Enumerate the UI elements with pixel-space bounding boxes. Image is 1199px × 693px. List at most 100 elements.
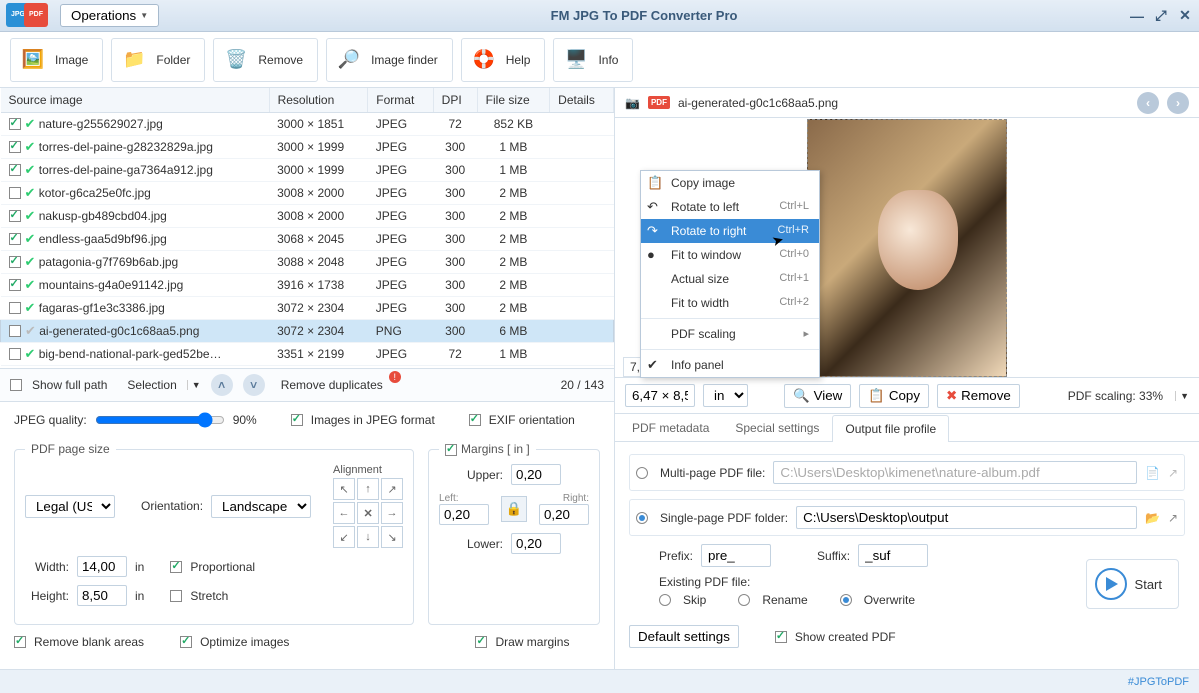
row-check[interactable] — [9, 187, 21, 199]
next-image-button[interactable]: › — [1167, 92, 1189, 114]
single-page-radio[interactable] — [636, 512, 648, 524]
full-path-check[interactable] — [10, 379, 22, 391]
table-row[interactable]: ✔ kotor-g6ca25e0fc.jpg3008 × 2000JPEG300… — [1, 181, 614, 204]
page-dim-input[interactable] — [625, 384, 695, 407]
hashtag-link[interactable]: #JPGToPDF — [1128, 676, 1189, 688]
pdf-scaling-label[interactable]: PDF scaling: 33% — [1068, 389, 1163, 403]
minimize-button[interactable]: — — [1129, 8, 1145, 24]
col-source-image[interactable]: Source image — [1, 88, 270, 112]
height-input[interactable] — [77, 585, 127, 606]
width-input[interactable] — [77, 556, 127, 577]
margin-left-input[interactable] — [439, 504, 489, 525]
row-check[interactable] — [9, 141, 21, 153]
default-settings-button[interactable]: Default settings — [629, 625, 739, 648]
row-check[interactable] — [9, 256, 21, 268]
overwrite-radio[interactable] — [840, 594, 852, 606]
align-bc[interactable]: ↓ — [357, 526, 379, 548]
margin-right-input[interactable] — [539, 504, 589, 525]
pdf-file-icon[interactable]: 📄 — [1145, 466, 1160, 480]
ctx-fit-to-window[interactable]: ●Fit to windowCtrl+0 — [641, 243, 819, 267]
remove-blank-check[interactable] — [14, 636, 26, 648]
row-check[interactable] — [9, 279, 21, 291]
row-check[interactable] — [9, 348, 21, 360]
table-row[interactable]: ✔ big-bend-national-park-ged52be…3351 × … — [1, 365, 614, 368]
toolbar-image-button[interactable]: 🖼️Image — [10, 38, 103, 82]
margin-lower-input[interactable] — [511, 533, 561, 554]
unit-select[interactable]: in — [703, 384, 748, 407]
proportional-check[interactable] — [170, 561, 182, 573]
toolbar-folder-button[interactable]: 📁Folder — [111, 38, 205, 82]
multi-page-radio[interactable] — [636, 467, 648, 479]
page-size-select[interactable]: Legal (US) — [25, 495, 115, 518]
tab-output-file-profile[interactable]: Output file profile — [832, 415, 949, 442]
draw-margins-check[interactable] — [475, 636, 487, 648]
skip-radio[interactable] — [659, 594, 671, 606]
operations-button[interactable]: Operations▼ — [60, 4, 159, 27]
align-tl[interactable]: ↖ — [333, 478, 355, 500]
selection-menu-button[interactable]: ▼ — [187, 380, 201, 390]
align-mc[interactable]: ✕ — [357, 502, 379, 524]
table-row[interactable]: ✔ patagonia-g7f769b6ab.jpg3088 × 2048JPE… — [1, 250, 614, 273]
tab-special-settings[interactable]: Special settings — [722, 414, 832, 441]
align-mr[interactable]: → — [381, 502, 403, 524]
row-check[interactable] — [9, 325, 21, 337]
align-tr[interactable]: ↗ — [381, 478, 403, 500]
margins-check[interactable] — [445, 444, 457, 456]
row-check[interactable] — [9, 233, 21, 245]
move-down-button[interactable]: ˅ — [243, 374, 265, 396]
align-ml[interactable]: ← — [333, 502, 355, 524]
open-output-icon[interactable]: ↗ — [1168, 511, 1178, 525]
file-table-wrap[interactable]: Source imageResolutionFormatDPIFile size… — [0, 88, 614, 368]
single-page-path[interactable] — [796, 506, 1137, 529]
pdf-scaling-menu[interactable]: ▼ — [1175, 391, 1189, 401]
table-row[interactable]: ✔ torres-del-paine-g28232829a.jpg3000 × … — [1, 135, 614, 158]
show-pdf-check[interactable] — [775, 631, 787, 643]
suffix-input[interactable] — [858, 544, 928, 567]
ctx-pdf-scaling[interactable]: PDF scaling▸ — [641, 322, 819, 346]
row-check[interactable] — [9, 164, 21, 176]
ctx-fit-to-width[interactable]: Fit to widthCtrl+2 — [641, 291, 819, 315]
ctx-copy-image[interactable]: 📋Copy image — [641, 171, 819, 195]
copy-button[interactable]: 📋 Copy — [859, 384, 929, 408]
prev-image-button[interactable]: ‹ — [1137, 92, 1159, 114]
maximize-button[interactable]: ⤢ — [1153, 8, 1169, 24]
remove-button[interactable]: ✖ Remove — [937, 384, 1020, 408]
col-file-size[interactable]: File size — [477, 88, 550, 112]
col-format[interactable]: Format — [368, 88, 433, 112]
table-row[interactable]: ✔ nakusp-gb489cbd04.jpg3008 × 2000JPEG30… — [1, 204, 614, 227]
col-details[interactable]: Details — [550, 88, 614, 112]
exif-check[interactable] — [469, 414, 481, 426]
jpeg-quality-slider[interactable] — [95, 412, 225, 428]
table-row[interactable]: ✔ mountains-g4a0e91142.jpg3916 × 1738JPE… — [1, 273, 614, 296]
move-up-button[interactable]: ˄ — [211, 374, 233, 396]
optimize-check[interactable] — [180, 636, 192, 648]
toolbar-help-button[interactable]: 🛟Help — [461, 38, 546, 82]
images-jpeg-check[interactable] — [291, 414, 303, 426]
open-folder-icon[interactable]: ↗ — [1168, 466, 1178, 480]
ctx-actual-size[interactable]: Actual sizeCtrl+1 — [641, 267, 819, 291]
row-check[interactable] — [9, 302, 21, 314]
col-dpi[interactable]: DPI — [433, 88, 477, 112]
stretch-check[interactable] — [170, 590, 182, 602]
ctx-info-panel[interactable]: ✔Info panel — [641, 353, 819, 377]
table-row[interactable]: ✔ nature-g255629027.jpg3000 × 1851JPEG72… — [1, 112, 614, 135]
rename-radio[interactable] — [738, 594, 750, 606]
orientation-select[interactable]: Landscape — [211, 495, 311, 518]
row-check[interactable] — [9, 118, 21, 130]
ctx-rotate-to-left[interactable]: ↶Rotate to leftCtrl+L — [641, 195, 819, 219]
remove-dup-label[interactable]: Remove duplicates — [281, 378, 383, 392]
tab-pdf-metadata[interactable]: PDF metadata — [619, 414, 722, 441]
ctx-rotate-to-right[interactable]: ↷Rotate to rightCtrl+R — [641, 219, 819, 243]
prefix-input[interactable] — [701, 544, 771, 567]
margin-upper-input[interactable] — [511, 464, 561, 485]
start-button[interactable]: Start — [1086, 559, 1179, 609]
margin-lock-button[interactable]: 🔒 — [501, 496, 527, 522]
table-row[interactable]: ✔ endless-gaa5d9bf96.jpg3068 × 2045JPEG3… — [1, 227, 614, 250]
close-button[interactable]: ✕ — [1177, 8, 1193, 24]
align-bl[interactable]: ↙ — [333, 526, 355, 548]
col-resolution[interactable]: Resolution — [269, 88, 368, 112]
view-button[interactable]: 🔍 View — [784, 384, 851, 408]
table-row[interactable]: ✔ torres-del-paine-ga7364a912.jpg3000 × … — [1, 158, 614, 181]
align-tc[interactable]: ↑ — [357, 478, 379, 500]
table-row[interactable]: ✔ big-bend-national-park-ged52be…3351 × … — [1, 342, 614, 365]
